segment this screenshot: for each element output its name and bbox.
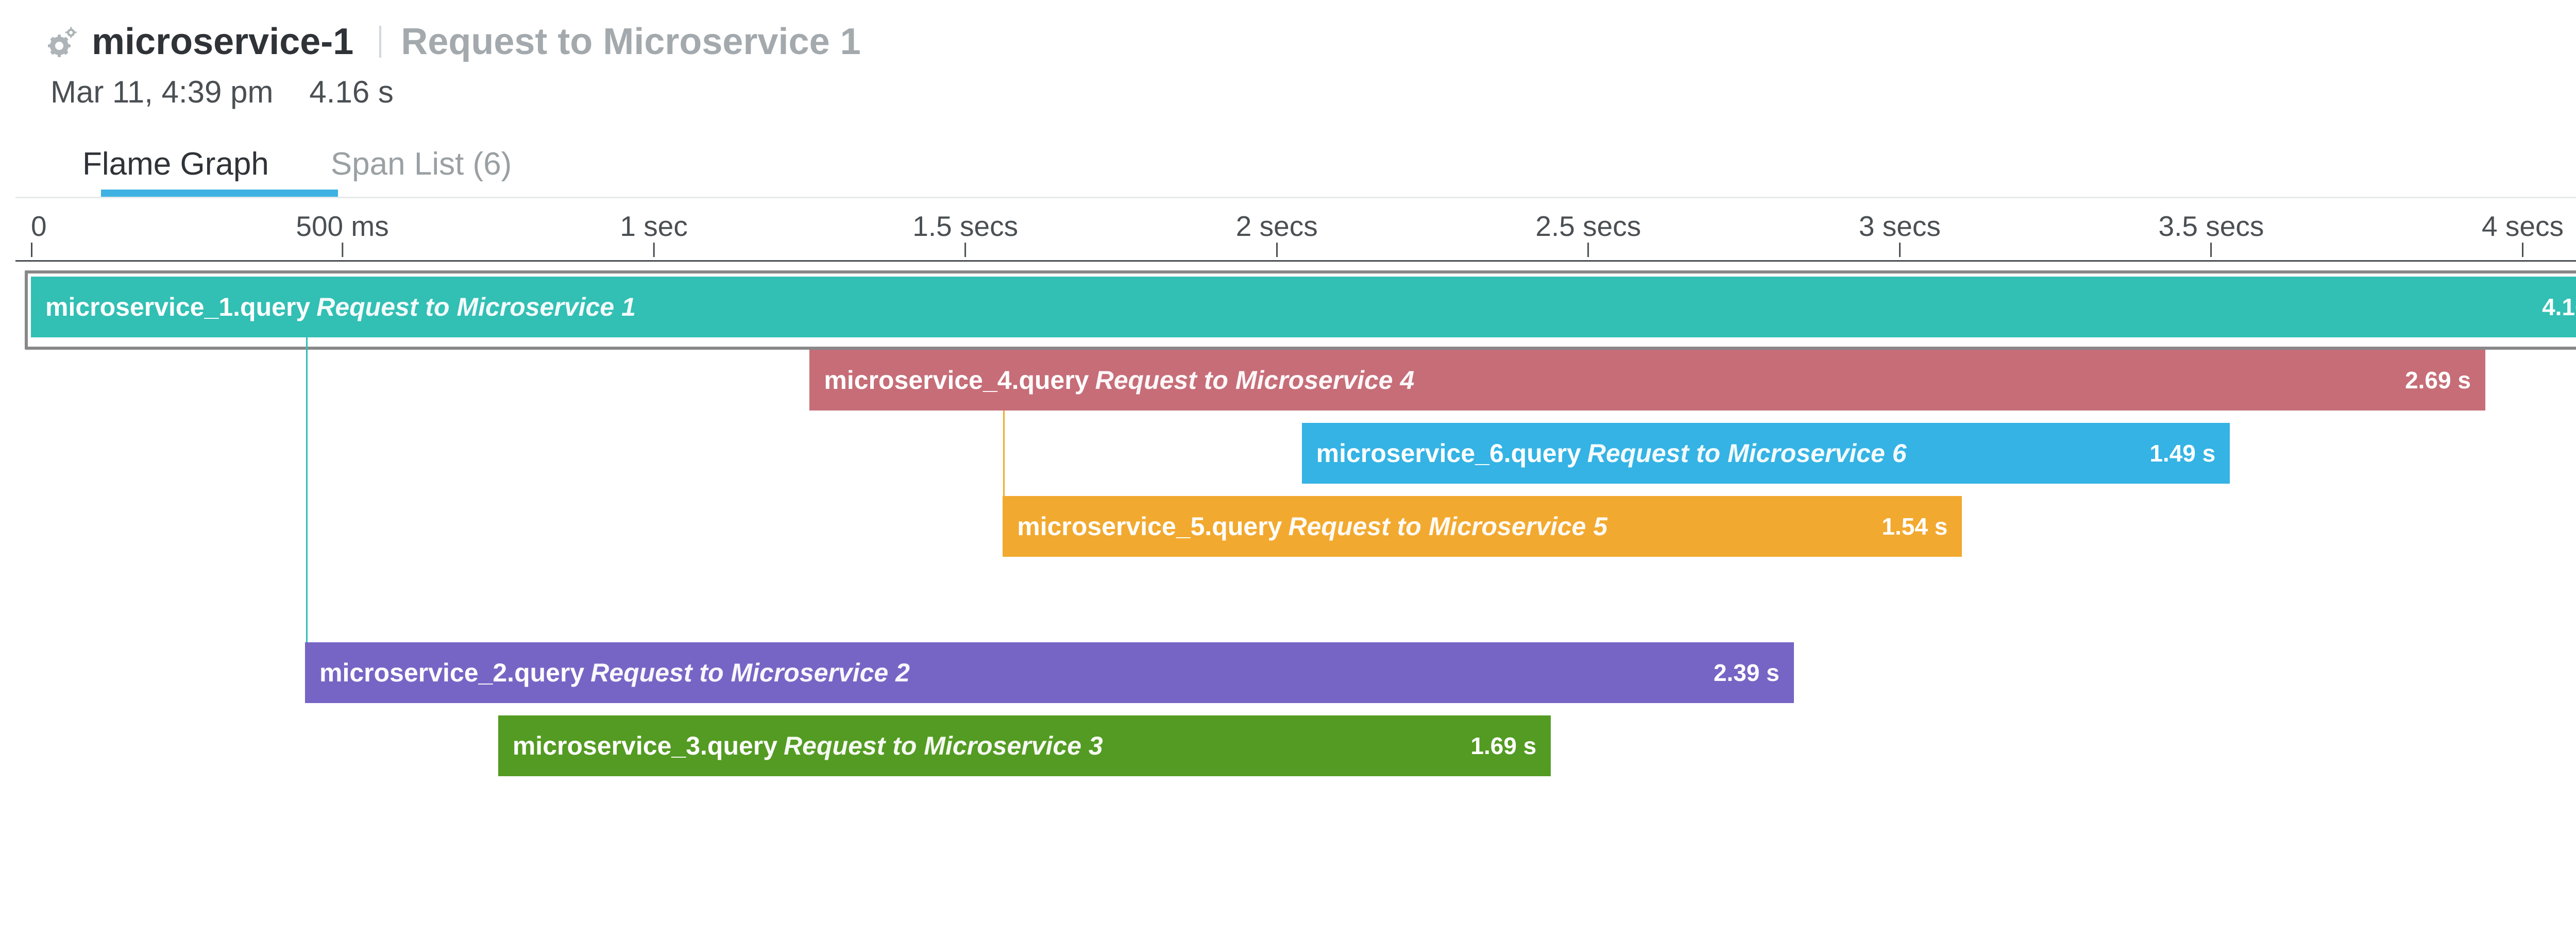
span-bar[interactable]: microservice_5.queryRequest to Microserv… bbox=[1003, 496, 1962, 557]
span-duration: 1.54 s bbox=[1869, 512, 1947, 540]
span-bar[interactable]: microservice_6.queryRequest to Microserv… bbox=[1302, 423, 2230, 484]
span-duration: 1.69 s bbox=[1458, 732, 1536, 760]
span-operation: microservice_4.query bbox=[824, 365, 1089, 395]
axis-tick: 2.5 secs bbox=[1535, 210, 1641, 243]
span-operation: microservice_2.query bbox=[319, 658, 584, 688]
span-operation: microservice_5.query bbox=[1017, 511, 1282, 541]
axis-tick: 3 secs bbox=[1859, 210, 1941, 243]
span-duration: 4.16 s bbox=[2530, 293, 2576, 321]
axis-tick: 500 ms bbox=[296, 210, 388, 243]
divider bbox=[379, 26, 381, 58]
axis-divider bbox=[15, 197, 2576, 198]
span-request: Request to Microservice 4 bbox=[1095, 365, 1415, 395]
span-request: Request to Microservice 1 bbox=[316, 292, 636, 322]
tab-underline bbox=[101, 190, 338, 197]
span-request: Request to Microservice 5 bbox=[1288, 511, 1607, 541]
span-duration: 1.49 s bbox=[2137, 439, 2215, 467]
tabs: Flame Graph Span List (6) bbox=[82, 146, 2576, 190]
service-name: microservice-1 bbox=[92, 21, 353, 63]
span-request: Request to Microservice 2 bbox=[590, 658, 910, 688]
trace-timestamp: Mar 11, 4:39 pm bbox=[50, 74, 273, 110]
span-bar[interactable]: microservice_4.queryRequest to Microserv… bbox=[809, 350, 2485, 411]
span-connector bbox=[1003, 411, 1005, 496]
span-duration: 2.39 s bbox=[1701, 659, 1780, 687]
span-request: Request to Microservice 3 bbox=[784, 731, 1103, 761]
span-duration: 2.69 s bbox=[2393, 366, 2471, 394]
subhead: Mar 11, 4:39 pm 4.16 s bbox=[50, 74, 2576, 110]
axis-tick: 1 sec bbox=[620, 210, 687, 243]
title-row: microservice-1 Request to Microservice 1 bbox=[46, 21, 2576, 63]
axis-tick: 3.5 secs bbox=[2159, 210, 2264, 243]
axis-tick: 0 bbox=[31, 210, 47, 243]
axis-tick: 4 secs bbox=[2482, 210, 2564, 243]
span-bar[interactable]: microservice_1.queryRequest to Microserv… bbox=[31, 277, 2576, 337]
axis-tick: 1.5 secs bbox=[912, 210, 1018, 243]
trace-duration: 4.16 s bbox=[309, 74, 393, 110]
axis-line bbox=[15, 260, 2576, 262]
gears-icon bbox=[46, 25, 79, 58]
span-operation: microservice_6.query bbox=[1316, 438, 1581, 468]
tab-span-list[interactable]: Span List (6) bbox=[331, 146, 512, 190]
span-operation: microservice_1.query bbox=[45, 292, 310, 322]
axis-tick: 2 secs bbox=[1236, 210, 1318, 243]
span-bar[interactable]: microservice_2.queryRequest to Microserv… bbox=[305, 642, 1794, 703]
time-axis: 0 500 ms 1 sec 1.5 secs 2 secs 2.5 secs 3 secs… bbox=[15, 210, 2576, 246]
span-bar[interactable]: microservice_3.queryRequest to Microserv… bbox=[498, 715, 1551, 776]
tab-flame-graph[interactable]: Flame Graph bbox=[82, 146, 269, 190]
flame-graph: microservice_1.queryRequest to Microserv… bbox=[31, 277, 2576, 789]
span-request: Request to Microservice 6 bbox=[1587, 438, 1907, 468]
span-operation: microservice_3.query bbox=[513, 731, 777, 761]
request-name: Request to Microservice 1 bbox=[401, 21, 860, 63]
